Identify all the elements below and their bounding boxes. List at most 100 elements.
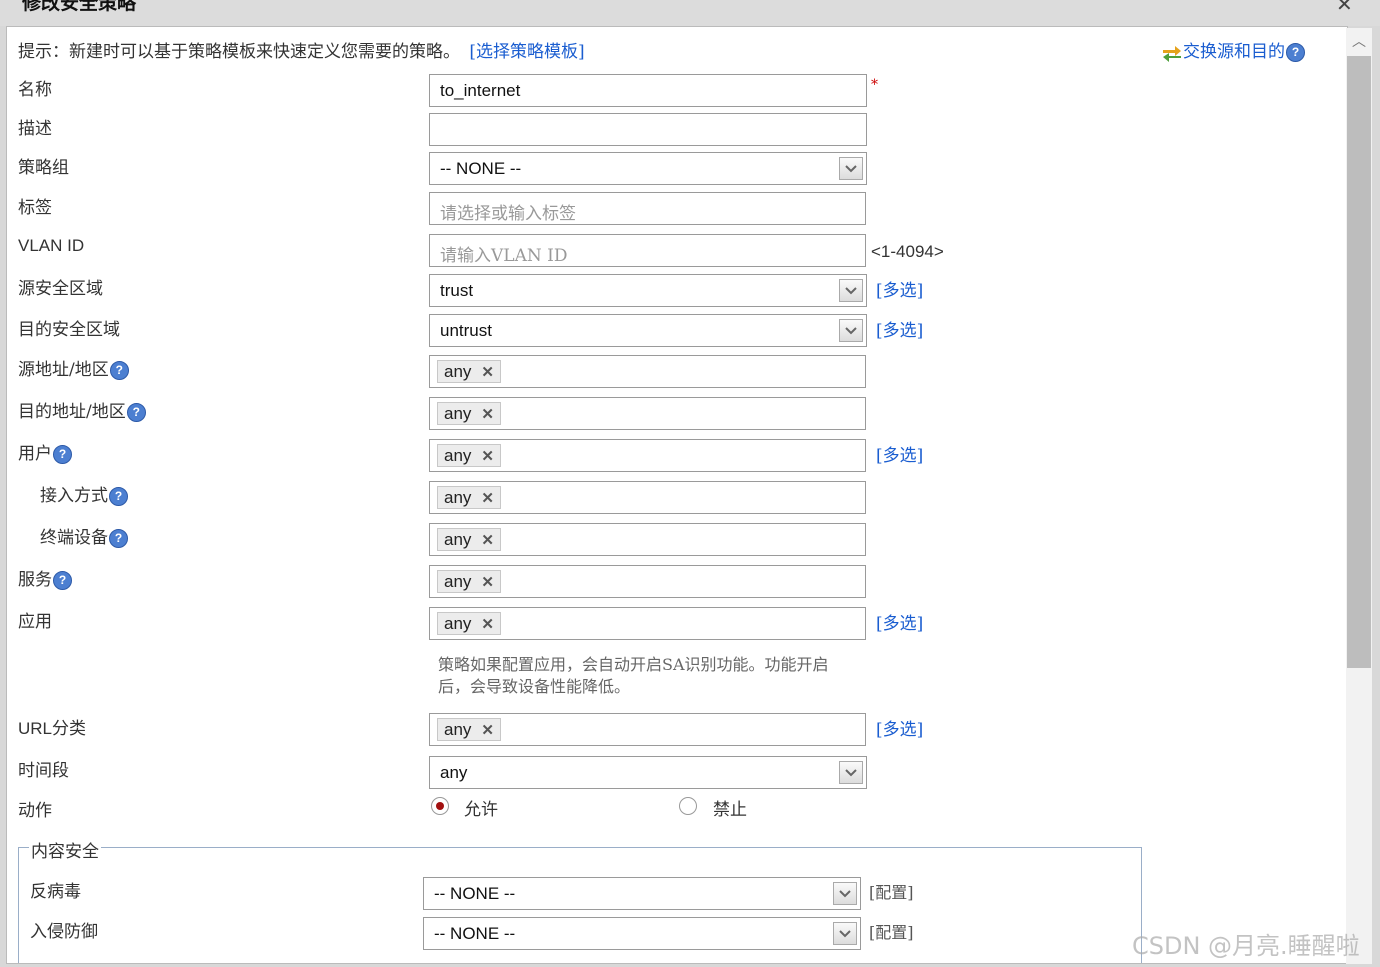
chevron-down-icon[interactable] [833, 882, 857, 905]
src-zone-value: trust [440, 281, 474, 300]
url-box[interactable]: any ✕ [429, 713, 866, 746]
antivirus-config-link[interactable]: [配置] [869, 879, 914, 903]
chevron-down-icon[interactable] [839, 761, 863, 784]
required-mark: * [871, 77, 878, 93]
help-icon[interactable]: ? [109, 487, 128, 506]
app-note: 策略如果配置应用，会自动开启SA识别功能。功能开启 后，会导致设备性能降低。 [438, 654, 829, 698]
tag-chip-text: any [444, 362, 472, 381]
action-label: 动作 [18, 801, 52, 821]
time-value: any [440, 763, 468, 782]
tag-chip: any ✕ [437, 612, 501, 635]
help-icon[interactable]: ? [109, 361, 129, 380]
content-security-legend: 内容安全 [29, 837, 101, 862]
allow-radio[interactable] [431, 797, 449, 815]
deny-label: 禁止 [713, 800, 747, 820]
deny-radio[interactable] [679, 797, 697, 815]
ips-value: -- NONE -- [434, 924, 516, 943]
ips-select[interactable]: -- NONE -- [423, 917, 861, 950]
chevron-down-icon[interactable] [833, 922, 857, 945]
tag-chip: any ✕ [437, 718, 501, 741]
access-box[interactable]: any ✕ [429, 481, 866, 514]
vlan-placeholder: 请输入VLAN ID [440, 246, 568, 266]
src-zone-multi-link[interactable]: [多选] [876, 276, 923, 301]
url-label: URL分类 [18, 714, 86, 739]
app-multi-link[interactable]: [多选] [876, 609, 923, 634]
swap-src-dst-link[interactable]: 交换源和目的? [1161, 37, 1305, 62]
tag-chip: any ✕ [437, 570, 501, 593]
dst-zone-label: 目的安全区域 [18, 320, 120, 340]
dialog-title: 修改安全策略 [22, 0, 137, 14]
app-note-line1: 策略如果配置应用，会自动开启SA识别功能。功能开启 [438, 655, 829, 674]
terminal-label-text: 终端设备 [40, 528, 108, 548]
tag-chip: any ✕ [437, 444, 501, 467]
access-label-text: 接入方式 [40, 486, 108, 506]
template-hint: 提示：新建时可以基于策略模板来快速定义您需要的策略。 [选择策略模板] [18, 37, 585, 62]
src-zone-select[interactable]: trust [429, 274, 867, 307]
remove-icon[interactable]: ✕ [481, 406, 494, 423]
name-label: 名称 [18, 80, 52, 100]
chevron-down-icon[interactable] [839, 157, 863, 180]
scroll-up-icon[interactable]: ︿ [1346, 28, 1372, 54]
watermark: CSDN @月亮.睡醒啦 [1132, 932, 1360, 960]
hint-text: 提示：新建时可以基于策略模板来快速定义您需要的策略。 [18, 42, 460, 62]
app-note-line2: 后，会导致设备性能降低。 [438, 677, 631, 696]
dst-addr-box[interactable]: any ✕ [429, 397, 866, 430]
user-multi-link[interactable]: [多选] [876, 441, 923, 466]
remove-icon[interactable]: ✕ [481, 490, 494, 507]
tag-input[interactable]: 请选择或输入标签 [429, 192, 866, 225]
remove-icon[interactable]: ✕ [481, 364, 494, 381]
tag-chip: any ✕ [437, 360, 501, 383]
vertical-scrollbar[interactable]: ︿ [1346, 28, 1372, 964]
help-icon[interactable]: ? [109, 529, 128, 548]
chevron-down-icon[interactable] [839, 319, 863, 342]
ips-label: 入侵防御 [30, 922, 98, 942]
dialog-body: 提示：新建时可以基于策略模板来快速定义您需要的策略。 [选择策略模板] 交换源和… [6, 26, 1348, 964]
url-multi-link[interactable]: [多选] [876, 715, 923, 740]
remove-icon[interactable]: ✕ [481, 448, 494, 465]
time-select[interactable]: any [429, 756, 867, 789]
url-label-text: URL分类 [18, 719, 87, 738]
name-input[interactable]: to_internet [429, 74, 867, 107]
service-label: 服务? [18, 565, 72, 590]
help-icon[interactable]: ? [126, 403, 146, 422]
service-box[interactable]: any ✕ [429, 565, 866, 598]
antivirus-select[interactable]: -- NONE -- [423, 877, 861, 910]
remove-icon[interactable]: ✕ [481, 574, 494, 591]
dst-zone-multi-link[interactable]: [多选] [876, 316, 923, 341]
tag-chip-text: any [444, 530, 472, 549]
group-select[interactable]: -- NONE -- [429, 152, 867, 185]
desc-input[interactable] [429, 113, 867, 146]
group-label: 策略组 [18, 158, 69, 178]
remove-icon[interactable]: ✕ [481, 616, 494, 633]
user-box[interactable]: any ✕ [429, 439, 866, 472]
remove-icon[interactable]: ✕ [481, 532, 494, 549]
tag-label: 标签 [18, 198, 52, 218]
dst-zone-select[interactable]: untrust [429, 314, 867, 347]
user-label-text: 用户 [18, 444, 52, 464]
app-box[interactable]: any ✕ [429, 607, 866, 640]
close-icon[interactable]: ✕ [1336, 0, 1353, 16]
help-icon[interactable]: ? [53, 445, 72, 464]
src-addr-box[interactable]: any ✕ [429, 355, 866, 388]
group-value: -- NONE -- [440, 159, 522, 178]
tag-chip-text: any [444, 446, 472, 465]
access-label: 接入方式? [40, 481, 128, 506]
remove-icon[interactable]: ✕ [481, 722, 494, 739]
antivirus-label: 反病毒 [30, 882, 81, 902]
tag-chip-text: any [444, 614, 472, 633]
vlan-label: VLAN ID [18, 236, 85, 255]
terminal-box[interactable]: any ✕ [429, 523, 866, 556]
ips-config-link[interactable]: [配置] [869, 919, 914, 943]
terminal-label: 终端设备? [40, 523, 128, 548]
name-value: to_internet [440, 81, 521, 100]
chevron-down-icon[interactable] [839, 279, 863, 302]
select-template-link[interactable]: [选择策略模板] [469, 42, 584, 62]
help-icon[interactable]: ? [53, 571, 72, 590]
scrollbar-thumb[interactable] [1347, 56, 1371, 668]
vlan-input[interactable]: 请输入VLAN ID [429, 234, 866, 267]
tag-chip-text: any [444, 720, 472, 739]
help-icon[interactable]: ? [1286, 43, 1305, 62]
tag-chip: any ✕ [437, 528, 501, 551]
dst-addr-label-text: 目的地址/地区 [18, 402, 126, 422]
src-addr-label-text: 源地址/地区 [18, 360, 109, 380]
